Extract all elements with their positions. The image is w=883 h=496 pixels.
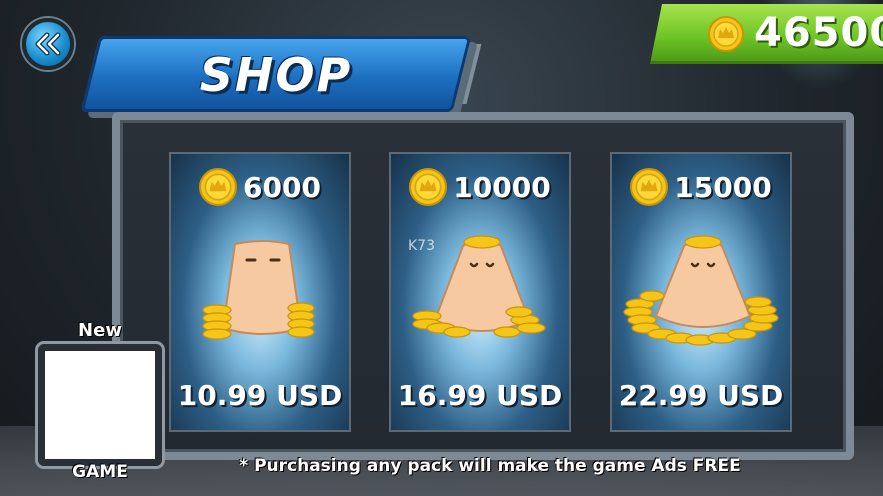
- pack-price: 22.99 USD: [618, 379, 784, 412]
- coin-sack-large-icon: [623, 235, 779, 346]
- coin-total: 46500: [754, 10, 883, 56]
- pack-card-3[interactable]: 15000 22.99 USD: [610, 152, 792, 432]
- pack-coin-row: 6000: [171, 168, 349, 206]
- new-game-promo-button[interactable]: [38, 344, 162, 466]
- pack-price: 10.99 USD: [177, 379, 343, 412]
- double-chevron-left-icon: [35, 32, 61, 56]
- pack-coin-amount: 10000: [453, 170, 551, 204]
- pack-card-1[interactable]: 6000 10.99 USD: [169, 152, 351, 432]
- coin-icon: [630, 168, 669, 206]
- pack-coin-row: 10000: [391, 168, 569, 206]
- coin-counter: 46500: [650, 4, 883, 64]
- coin-icon: [708, 16, 744, 52]
- ads-free-note: * Purchasing any pack will make the game…: [239, 456, 741, 476]
- pack-coin-amount: 15000: [674, 170, 772, 204]
- page-title: SHOP: [199, 48, 353, 102]
- pack-card-2[interactable]: 10000 16.99 USD: [389, 152, 571, 432]
- watermark: K73: [408, 238, 435, 254]
- new-label: New: [78, 320, 122, 341]
- game-label: GAME: [72, 462, 128, 482]
- coin-icon: [409, 168, 448, 206]
- pack-coin-amount: 6000: [243, 170, 321, 204]
- pack-price: 16.99 USD: [397, 379, 563, 412]
- back-button[interactable]: [22, 18, 74, 70]
- coin-sack-small-icon: [202, 240, 315, 340]
- pack-coin-row: 15000: [612, 168, 790, 206]
- coin-icon: [199, 168, 238, 206]
